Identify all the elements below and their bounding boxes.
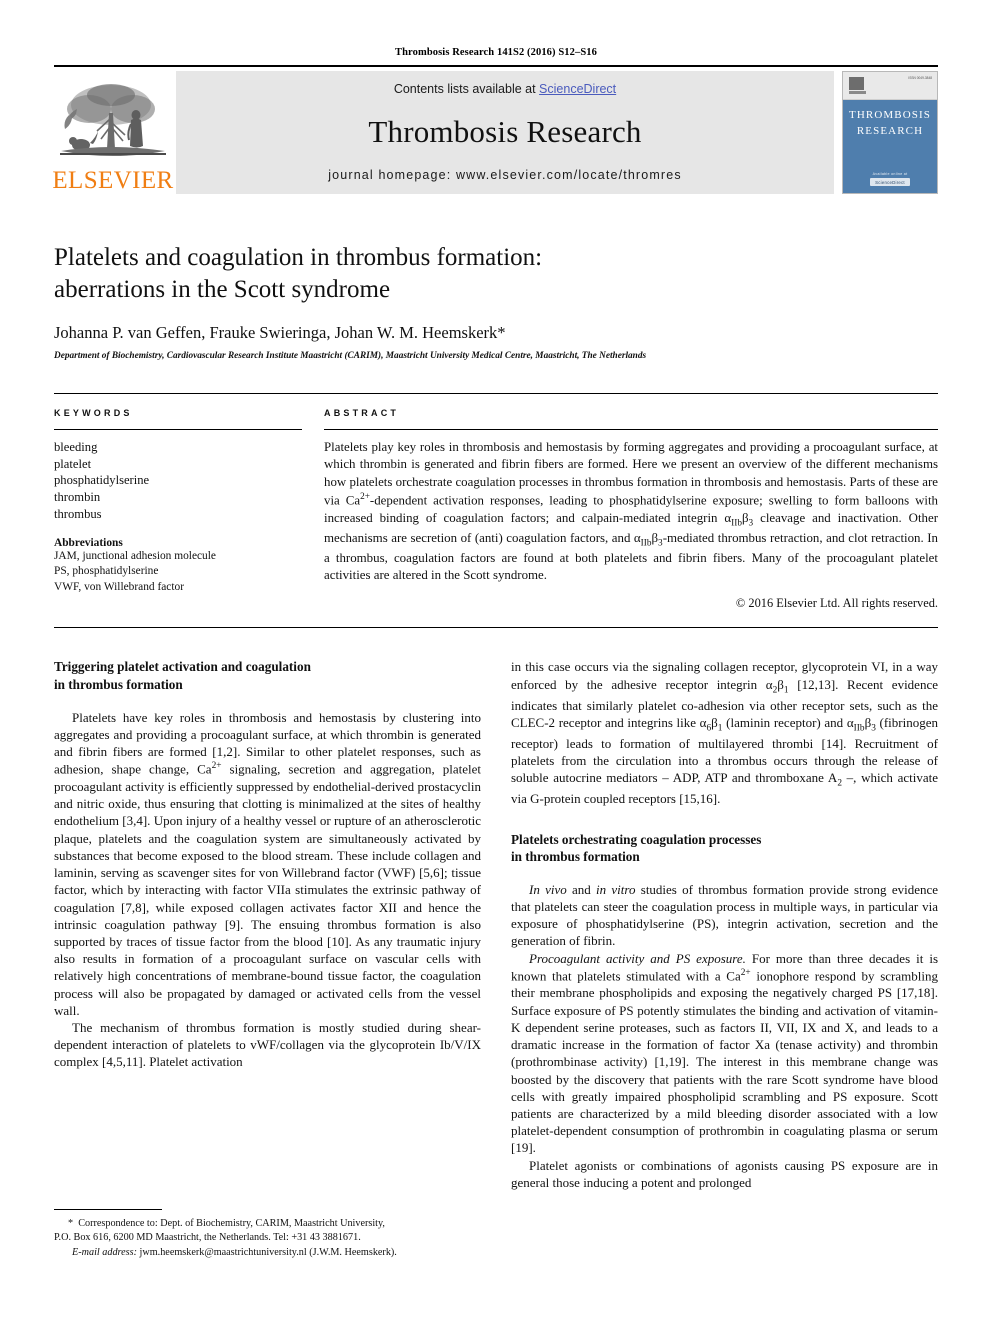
keyword-item: phosphatidylserine [54, 473, 150, 488]
abstract-heading: ABSTRACT [324, 408, 400, 418]
title-block: Platelets and coagulation in thrombus fo… [54, 242, 938, 361]
footnote-rule [54, 1208, 162, 1210]
cover-sciencedirect-badge: ScienceDirect [870, 178, 910, 186]
right-p1-sub-5: IIb [853, 723, 865, 734]
journal-homepage: journal homepage: www.elsevier.com/locat… [328, 168, 682, 182]
footnote-address: P.O. Box 616, 6200 MD Maastricht, the Ne… [54, 1232, 361, 1244]
right-p2-ital-2: in vitro [596, 881, 636, 897]
right-column: in this case occurs via the signaling co… [511, 658, 938, 1191]
cover-bottom-text: Available online at [872, 172, 908, 176]
journal-cover-thumbnail: ISSN 0049-3848 THROMBOSIS RESEARCH Avail… [842, 71, 938, 194]
cover-issn: ISSN 0049-3848 [908, 76, 932, 80]
right-paragraph-4: Platelet agonists or combinations of ago… [511, 1157, 938, 1190]
footnote-email-value: jwm.heemskerk@maastrichtuniversity.nl (J… [137, 1247, 397, 1259]
cover-title: THROMBOSIS RESEARCH [843, 108, 937, 139]
title-line-2: aberrations in the Scott syndrome [54, 276, 391, 303]
title-line-1: Platelets and coagulation in thrombus fo… [54, 244, 543, 271]
right-p1-seg-b: β [777, 676, 784, 692]
right-p3-ital: Procoagulant activity and PS exposure. [529, 950, 746, 966]
keyword-item: bleeding [54, 440, 98, 454]
copyright-line: © 2016 Elsevier Ltd. All rights reserved… [735, 596, 938, 611]
heading2-line1: Platelets orchestrating coagulation proc… [511, 831, 762, 847]
footnote-email: E-mail address: jwm.heemskerk@maastricht… [54, 1246, 481, 1261]
right-p2-seg-a: and [566, 881, 597, 897]
cover-bottom: Available online at ScienceDirect [843, 172, 937, 186]
right-p2-ital-1: In vivo [529, 881, 567, 897]
elsevier-wordmark: ELSEVIER [52, 167, 174, 194]
footnote-correspondence: * Correspondence to: Dept. of Biochemist… [54, 1217, 481, 1232]
keywords-column: KEYWORDS bleeding platelet phosphatidyls… [54, 408, 302, 611]
left-p1-seg-b: signaling, secretion and aggregation, pl… [54, 761, 481, 1018]
author-list: Johanna P. van Geffen, Frauke Swieringa,… [54, 323, 506, 342]
info-panel: KEYWORDS bleeding platelet phosphatidyls… [54, 393, 938, 629]
abstract-sub-1: IIb [731, 518, 742, 529]
cover-title-line2: RESEARCH [856, 124, 924, 137]
sciencedirect-link[interactable]: ScienceDirect [539, 82, 616, 96]
right-p1-seg-e: (laminin receptor) and α [722, 714, 854, 730]
cover-title-line1: THROMBOSIS [849, 109, 931, 122]
article-page: Thrombosis Research 141S2 (2016) S12–S16 [0, 0, 992, 1323]
section-heading-triggering: Triggering platelet activation and coagu… [54, 658, 481, 692]
journal-masthead: ELSEVIER Contents lists available at Sci… [52, 71, 938, 194]
abstract-rule [324, 429, 938, 430]
body-columns: Triggering platelet activation and coagu… [54, 658, 938, 1191]
keyword-item: thrombus [54, 506, 102, 521]
keyword-item: platelet [54, 456, 92, 471]
heading1-line1: Triggering platelet activation and coagu… [54, 659, 311, 675]
elsevier-tree-icon [60, 84, 166, 156]
page-title: Platelets and coagulation in thrombus fo… [54, 242, 938, 306]
abstract-sup-1: 2+ [360, 492, 370, 503]
right-p3-sup: 2+ [740, 967, 751, 978]
keywords-list: bleeding platelet phosphatidylserine thr… [54, 439, 302, 523]
header-rule [54, 65, 938, 67]
footnote-star: * [68, 1217, 74, 1229]
elsevier-logo: ELSEVIER [52, 71, 174, 194]
abbreviations-heading: Abbreviations [54, 536, 123, 549]
abbreviation-item: VWF, von Willebrand factor [54, 580, 185, 593]
abstract-text: Platelets play key roles in thrombosis a… [324, 439, 938, 584]
left-paragraph-2: The mechanism of thrombus formation is m… [54, 1020, 481, 1070]
heading1-line2: in thrombus formation [54, 676, 183, 692]
affiliation: Department of Biochemistry, Cardiovascul… [54, 351, 647, 361]
footnote-email-label: E-mail address: [72, 1247, 137, 1259]
correspondence-footnote: * Correspondence to: Dept. of Biochemist… [54, 1208, 481, 1261]
abstract-column: ABSTRACT Platelets play key roles in thr… [324, 408, 938, 611]
right-p3-seg-b: ionophore respond by scrambling their me… [511, 968, 938, 1156]
cover-top-strip: ISSN 0049-3848 [843, 72, 937, 100]
running-head: Thrombosis Research 141S2 (2016) S12–S16 [395, 47, 597, 58]
heading2-line2: in thrombus formation [511, 848, 640, 864]
keywords-rule [54, 429, 302, 430]
abbreviations-list: JAM, junctional adhesion molecule PS, ph… [54, 549, 302, 596]
right-paragraph-2: In vivo and in vitro studies of thrombus… [511, 881, 938, 950]
contents-lists-line: Contents lists available at ScienceDirec… [394, 82, 616, 96]
footnote-line-1: Correspondence to: Dept. of Biochemistry… [78, 1217, 385, 1229]
keyword-item: thrombin [54, 490, 101, 505]
left-p1-sup: 2+ [211, 761, 222, 772]
abbreviation-item: JAM, junctional adhesion molecule [54, 549, 216, 562]
left-column: Triggering platelet activation and coagu… [54, 658, 481, 1191]
right-p1-seg-d: β [711, 714, 718, 730]
section-heading-orchestrating: Platelets orchestrating coagulation proc… [511, 831, 938, 865]
left-paragraph-1: Platelets have key roles in thrombosis a… [54, 709, 481, 1019]
contents-prefix: Contents lists available at [393, 82, 540, 96]
right-paragraph-3: Procoagulant activity and PS exposure. F… [511, 950, 938, 1157]
journal-banner: Contents lists available at ScienceDirec… [176, 71, 834, 194]
cover-publisher-mark-icon [849, 77, 864, 90]
journal-title: Thrombosis Research [368, 114, 642, 149]
right-paragraph-1: in this case occurs via the signaling co… [511, 658, 938, 807]
cover-publisher-bar-icon [849, 91, 866, 94]
abstract-sub-3: IIb [640, 538, 652, 549]
abbreviation-item: PS, phosphatidylserine [54, 565, 159, 578]
keywords-heading: KEYWORDS [54, 408, 133, 418]
